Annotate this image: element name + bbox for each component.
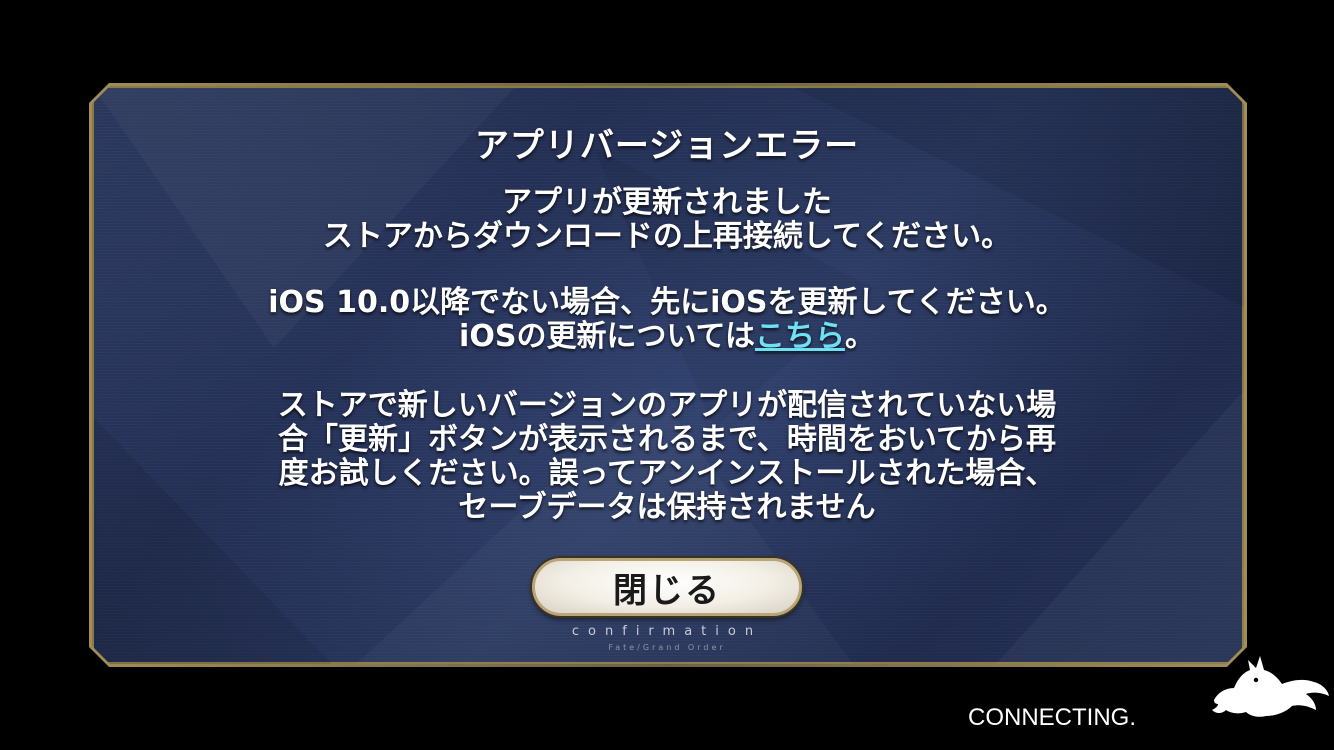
ios-message: iOS 10.0以降でない場合、先にiOSを更新してください。 iOSの更新につ… xyxy=(0,286,1334,354)
store-warning-message: ストアで新しいバージョンのアプリが配信されていない場 合「更新」ボタンが表示され… xyxy=(0,389,1334,525)
fou-silhouette-icon xyxy=(1212,656,1329,717)
store-warning-line-2: 合「更新」ボタンが表示されるまで、時間をおいてから再 xyxy=(278,422,1056,457)
connecting-status: CONNECTING. xyxy=(968,704,1136,731)
update-message-line-1: アプリが更新されました xyxy=(502,185,832,220)
close-button[interactable]: 閉じる xyxy=(532,558,802,616)
ios-message-prefix: iOSの更新については xyxy=(459,319,755,354)
brand-caption: Fate/Grand Order xyxy=(608,643,726,652)
screen: アプリバージョンエラー アプリが更新されました ストアからダウンロードの上再接続… xyxy=(0,0,1334,750)
dialog-title: アプリバージョンエラー xyxy=(474,126,860,166)
ios-update-link[interactable]: こちら xyxy=(755,319,845,354)
update-message: アプリが更新されました ストアからダウンロードの上再接続してください。 xyxy=(0,186,1334,254)
ios-message-suffix: 。 xyxy=(844,319,875,354)
store-warning-line-3: 度お試しください。誤ってアンインストールされた場合、 xyxy=(278,456,1056,491)
store-warning-line-4: セーブデータは保持されません xyxy=(458,490,876,525)
ios-message-line-2: iOSの更新についてはこちら。 xyxy=(0,320,1334,354)
update-message-line-2: ストアからダウンロードの上再接続してください。 xyxy=(322,219,1012,254)
ios-message-line-1: iOS 10.0以降でない場合、先にiOSを更新してください。 xyxy=(268,285,1066,320)
store-warning-line-1: ストアで新しいバージョンのアプリが配信されていない場 xyxy=(277,388,1057,423)
confirmation-caption: confirmation xyxy=(571,624,763,639)
